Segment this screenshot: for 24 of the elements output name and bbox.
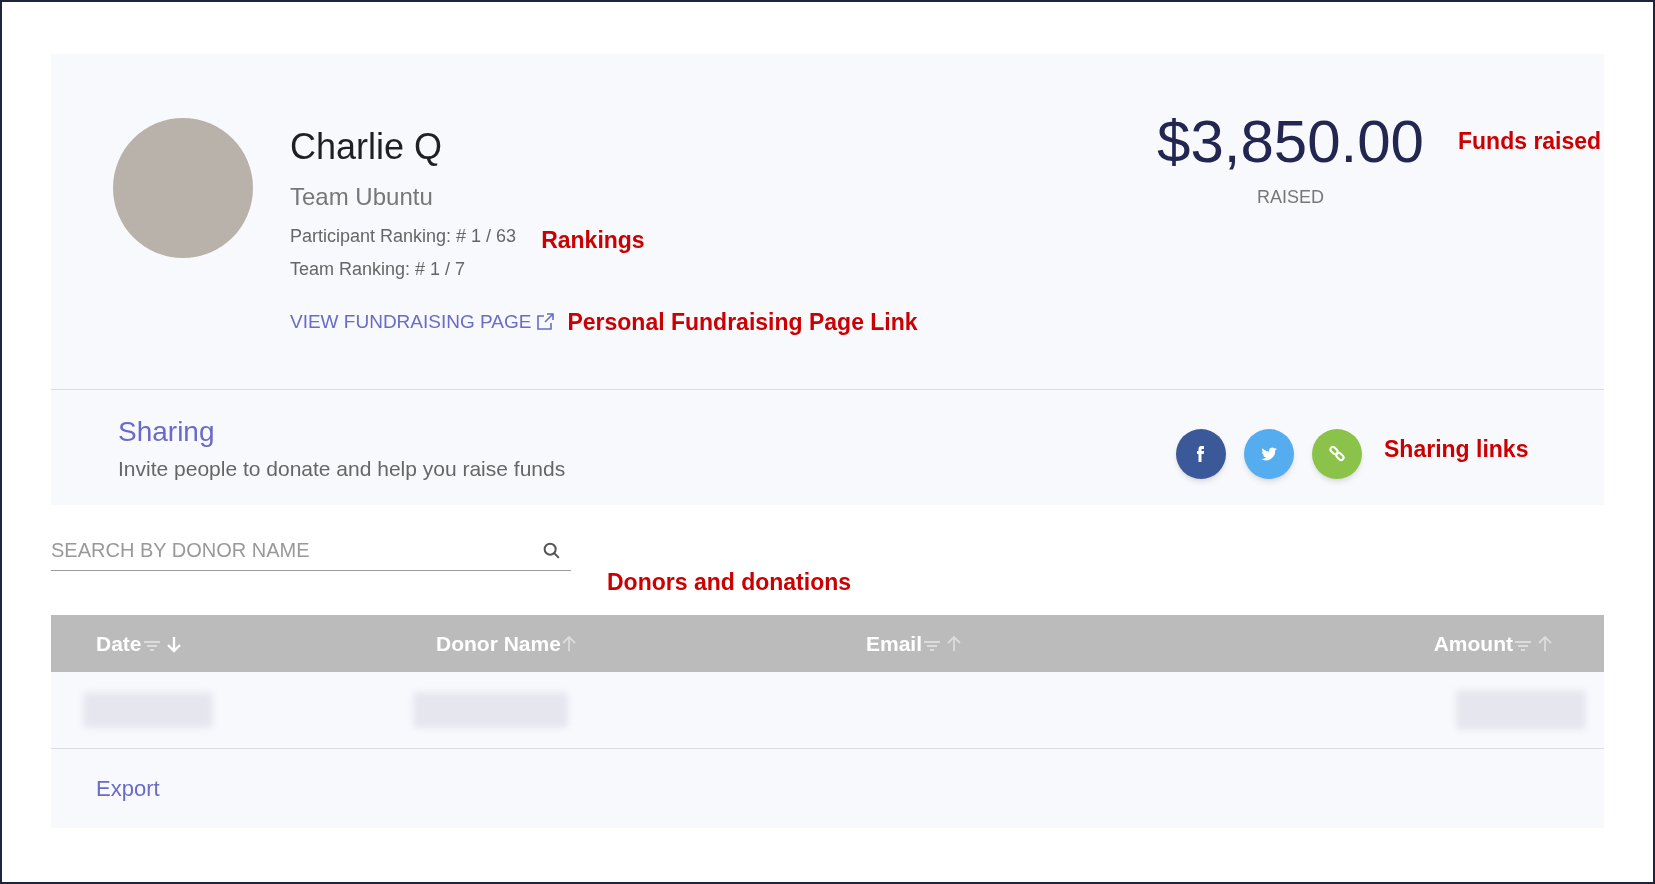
ranking-text: Team Ranking: # 1 / 7	[290, 258, 467, 281]
raised-label: RAISED	[1257, 186, 1325, 209]
facebook-share-button[interactable]	[1176, 428, 1226, 479]
column-header[interactable]: Donor Name	[436, 627, 561, 660]
column-header[interactable]: Amount	[1433, 627, 1513, 660]
column-header[interactable]: Date	[96, 627, 142, 660]
annotation-label: Donors and donations	[607, 567, 852, 597]
external-link-icon	[535, 312, 556, 333]
funds-raised-amount: $3,850.00	[1157, 112, 1424, 172]
column-header[interactable]: Email	[866, 627, 923, 660]
donor-search-field[interactable]: SEARCH BY DONOR NAME	[51, 531, 571, 571]
export-link[interactable]: Export	[96, 772, 160, 805]
annotation-label: Personal Fundraising Page Link	[567, 308, 918, 337]
annotation-label: Funds raised	[1458, 127, 1603, 156]
twitter-share-button[interactable]	[1244, 428, 1294, 479]
team-name: Team Ubuntu	[290, 182, 434, 212]
link-share-button[interactable]	[1312, 428, 1362, 479]
annotation-label: Sharing links	[1384, 435, 1530, 465]
participant-name: Charlie Q	[290, 125, 444, 169]
ranking-text: Participant Ranking: # 1 / 63	[290, 225, 517, 248]
fundraising-page-link[interactable]: VIEW FUNDRAISING PAGE	[290, 308, 556, 337]
annotation-label: Rankings	[541, 226, 645, 255]
sharing-description: Invite people to donate and help you raise funds	[118, 455, 566, 482]
sharing-title: Sharing	[118, 414, 216, 449]
